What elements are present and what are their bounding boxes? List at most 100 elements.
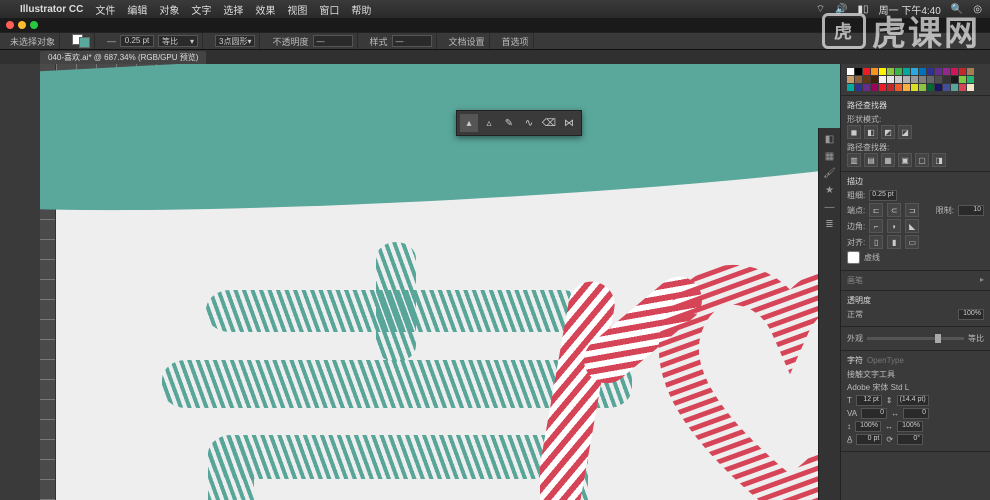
sound-icon[interactable]: 🔊 bbox=[835, 4, 847, 15]
swatch[interactable] bbox=[847, 76, 854, 83]
close-window[interactable] bbox=[6, 21, 14, 29]
menu-select[interactable]: 选择 bbox=[223, 2, 243, 17]
baseline-field[interactable]: 0 pt bbox=[856, 434, 882, 445]
menu-object[interactable]: 对象 bbox=[159, 2, 179, 17]
menu-edit[interactable]: 编辑 bbox=[127, 2, 147, 17]
app-name[interactable]: Illustrator CC bbox=[20, 4, 83, 15]
divide-button[interactable]: ▥ bbox=[847, 153, 861, 167]
menu-effect[interactable]: 效果 bbox=[255, 2, 275, 17]
swatch[interactable] bbox=[887, 68, 894, 75]
swatch[interactable] bbox=[959, 76, 966, 83]
swatch[interactable] bbox=[935, 68, 942, 75]
style-select[interactable]: — bbox=[392, 35, 432, 47]
swatch[interactable] bbox=[879, 84, 886, 91]
float-smooth[interactable]: ∿ bbox=[520, 114, 538, 132]
swatches-grid[interactable] bbox=[847, 68, 984, 91]
swatch[interactable] bbox=[895, 76, 902, 83]
align-center[interactable]: ▯ bbox=[869, 235, 883, 249]
join-bevel[interactable]: ◣ bbox=[905, 219, 919, 233]
swatch[interactable] bbox=[855, 76, 862, 83]
merge-button[interactable]: ▦ bbox=[881, 153, 895, 167]
swatch[interactable] bbox=[871, 84, 878, 91]
opentype-tab[interactable]: OpenType bbox=[867, 356, 904, 365]
swatch[interactable] bbox=[855, 84, 862, 91]
swatch[interactable] bbox=[943, 76, 950, 83]
swatches-panel-icon[interactable]: ▦ bbox=[825, 151, 834, 162]
swatch[interactable] bbox=[903, 68, 910, 75]
layers-panel-icon[interactable]: ≣ bbox=[825, 219, 833, 230]
swatch[interactable] bbox=[943, 84, 950, 91]
opacity-field[interactable]: 100% bbox=[958, 309, 984, 320]
fill-stroke-swatches[interactable] bbox=[72, 34, 90, 48]
swatch[interactable] bbox=[919, 76, 926, 83]
minimize-window[interactable] bbox=[18, 21, 26, 29]
menu-file[interactable]: 文件 bbox=[95, 2, 115, 17]
menu-type[interactable]: 文字 bbox=[191, 2, 211, 17]
menu-window[interactable]: 窗口 bbox=[319, 2, 339, 17]
swatch[interactable] bbox=[959, 68, 966, 75]
minus-back-button[interactable]: ◨ bbox=[932, 153, 946, 167]
hscale-field[interactable]: 100% bbox=[897, 421, 923, 432]
float-join[interactable]: ⋈ bbox=[560, 114, 578, 132]
stroke-panel-icon[interactable]: — bbox=[825, 202, 835, 213]
swatch[interactable] bbox=[903, 76, 910, 83]
chevron-icon[interactable]: ▸ bbox=[980, 275, 984, 286]
dash-checkbox[interactable] bbox=[847, 251, 860, 264]
exclude-button[interactable]: ◪ bbox=[898, 125, 912, 139]
swatch[interactable] bbox=[919, 68, 926, 75]
opacity-select[interactable]: — bbox=[313, 35, 353, 47]
float-pencil[interactable]: ✎ bbox=[500, 114, 518, 132]
swatch[interactable] bbox=[863, 84, 870, 91]
font-family-select[interactable]: Adobe 宋体 Std L bbox=[847, 382, 984, 393]
align-inside[interactable]: ▮ bbox=[887, 235, 901, 249]
artboard[interactable]: ▴▵✎∿⌫⋈ bbox=[56, 80, 840, 500]
blend-mode-select[interactable]: 正常 bbox=[847, 309, 954, 320]
intersect-button[interactable]: ◩ bbox=[881, 125, 895, 139]
brushes-panel-icon[interactable]: 🖌 bbox=[823, 168, 836, 179]
stroke-weight-field[interactable]: 0.25 pt bbox=[120, 35, 154, 47]
color-panel-icon[interactable]: ◧ bbox=[825, 134, 834, 145]
zoom-window[interactable] bbox=[30, 21, 38, 29]
brushes-title[interactable]: 画笔 bbox=[847, 275, 863, 286]
join-round[interactable]: ◗ bbox=[887, 219, 901, 233]
swatch[interactable] bbox=[847, 68, 854, 75]
join-miter[interactable]: ⌐ bbox=[869, 219, 883, 233]
contextual-tool-strip[interactable]: ▴▵✎∿⌫⋈ bbox=[456, 110, 582, 136]
swatch[interactable] bbox=[911, 76, 918, 83]
trim-button[interactable]: ▤ bbox=[864, 153, 878, 167]
float-direct[interactable]: ▵ bbox=[480, 114, 498, 132]
swatch[interactable] bbox=[895, 84, 902, 91]
swatch[interactable] bbox=[927, 84, 934, 91]
menu-view[interactable]: 视图 bbox=[287, 2, 307, 17]
swatch[interactable] bbox=[951, 76, 958, 83]
swatch[interactable] bbox=[879, 76, 886, 83]
tracking-field[interactable]: 0 bbox=[903, 408, 929, 419]
swatch[interactable] bbox=[863, 68, 870, 75]
swatch[interactable] bbox=[903, 84, 910, 91]
outline-button[interactable]: ▢ bbox=[915, 153, 929, 167]
swatch[interactable] bbox=[863, 76, 870, 83]
align-outside[interactable]: ▭ bbox=[905, 235, 919, 249]
swatch[interactable] bbox=[967, 84, 974, 91]
swatch[interactable] bbox=[871, 76, 878, 83]
swatch[interactable] bbox=[951, 84, 958, 91]
swatch[interactable] bbox=[887, 76, 894, 83]
battery-icon[interactable]: ▮▯ bbox=[858, 4, 869, 15]
swatch[interactable] bbox=[967, 76, 974, 83]
font-size-field[interactable]: 12 pt bbox=[856, 395, 882, 406]
swatch[interactable] bbox=[855, 68, 862, 75]
swatch[interactable] bbox=[919, 84, 926, 91]
vscale-field[interactable]: 100% bbox=[855, 421, 881, 432]
stroke-ratio[interactable]: 等比▾ bbox=[158, 35, 198, 47]
brush-profile[interactable]: 3点圆形▾ bbox=[215, 35, 255, 47]
search-icon[interactable]: 🔍 bbox=[951, 4, 963, 15]
swatch[interactable] bbox=[871, 68, 878, 75]
swatch[interactable] bbox=[935, 76, 942, 83]
limit-field[interactable]: 10 bbox=[958, 205, 984, 216]
weight-field[interactable]: 0.25 pt bbox=[869, 190, 896, 201]
crop-button[interactable]: ▣ bbox=[898, 153, 912, 167]
appearance-slider[interactable] bbox=[867, 337, 964, 340]
unite-button[interactable]: ◼ bbox=[847, 125, 861, 139]
swatch[interactable] bbox=[959, 84, 966, 91]
swatch[interactable] bbox=[895, 68, 902, 75]
